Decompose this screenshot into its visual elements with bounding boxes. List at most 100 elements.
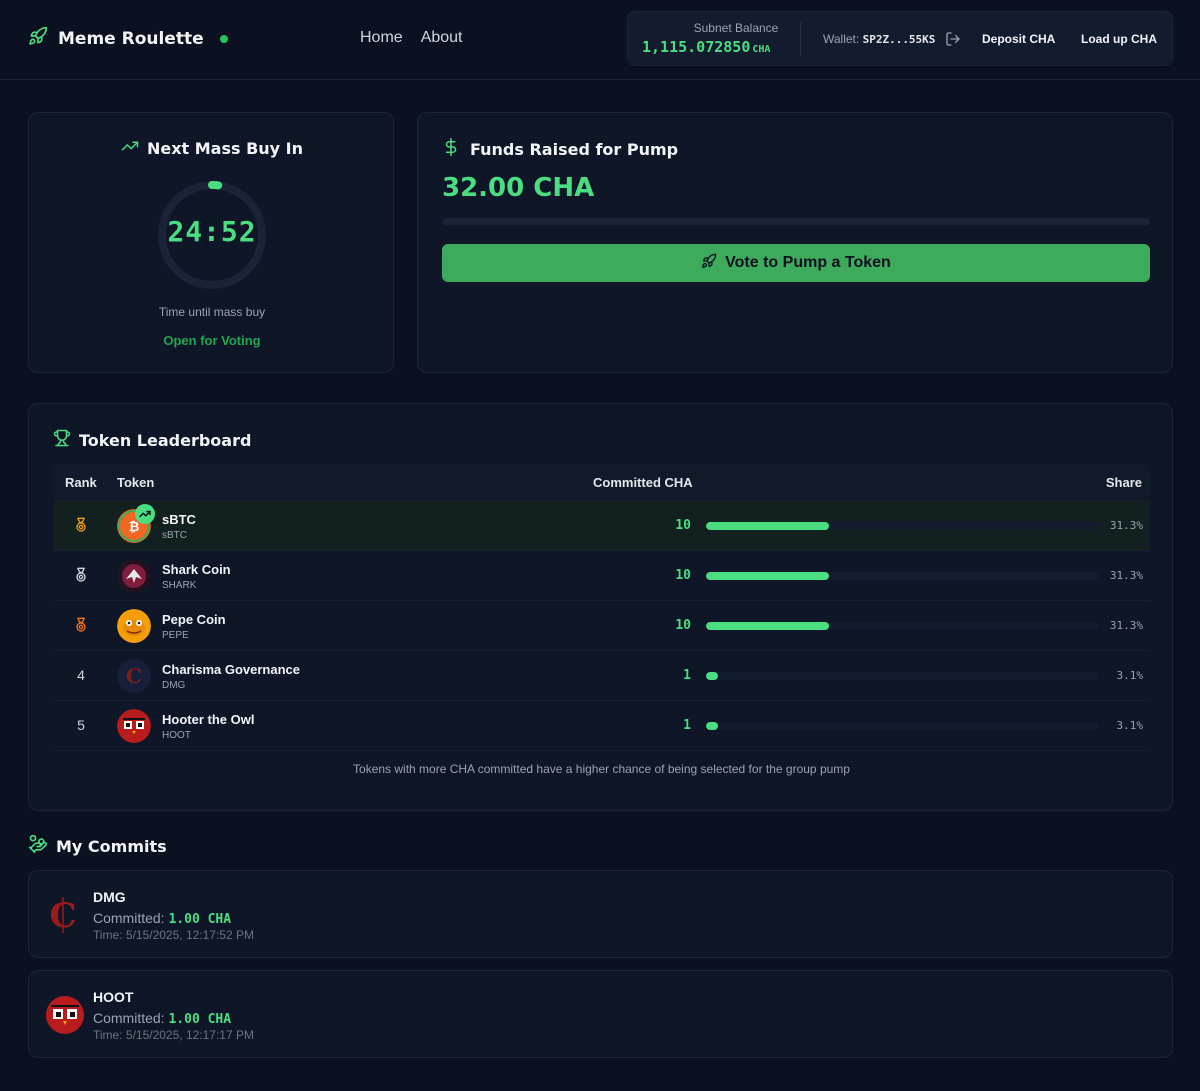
share-value: 31.3%: [1109, 619, 1143, 632]
timer-title: Next Mass Buy In: [146, 139, 304, 158]
leaderboard-title: Token Leaderboard: [79, 431, 252, 450]
load-up-button[interactable]: Load up CHA: [1081, 32, 1157, 46]
share-value: 3.1%: [1116, 669, 1144, 682]
nav-home[interactable]: Home: [360, 29, 403, 47]
token-symbol: SHARK: [162, 580, 197, 591]
share-bar-fill: [706, 572, 829, 580]
medal-silver-icon: [73, 567, 89, 586]
logout-icon[interactable]: [945, 31, 961, 47]
svg-text:C: C: [126, 664, 142, 688]
committed-amount: 1: [683, 718, 691, 733]
balance-value: 1,115.072850 CHA: [642, 38, 770, 56]
commit-time: Time: 5/15/2025, 12:17:52 PM: [93, 928, 254, 942]
token-logo-icon: [45, 995, 85, 1035]
svg-text:₿: ₿: [129, 520, 140, 535]
wallet-address: SP2Z...55KS: [862, 33, 936, 46]
share-bar: [706, 672, 1099, 680]
balance-unit: CHA: [752, 44, 771, 55]
my-commits-title: My Commits: [56, 837, 167, 856]
rank-number: 5: [77, 717, 85, 733]
vote-button[interactable]: Vote to Pump a Token: [442, 244, 1150, 282]
committed-amount: 10: [675, 568, 691, 583]
table-row[interactable]: 5 Hooter the Owl HOOT 1 3.1%: [53, 701, 1150, 751]
brand-title: Meme Roulette: [58, 28, 204, 49]
share-value: 31.3%: [1109, 519, 1143, 532]
rocket-icon: [28, 26, 48, 51]
share-value: 3.1%: [1116, 719, 1144, 732]
medal-bronze-icon: [73, 617, 89, 636]
vote-button-label: Vote to Pump a Token: [725, 254, 891, 271]
brand[interactable]: Meme Roulette: [28, 26, 228, 51]
table-row[interactable]: Shark Coin SHARK 10 31.3%: [53, 551, 1150, 601]
table-row[interactable]: 4 C Charisma Governance DMG 1 3.1%: [53, 651, 1150, 701]
table-row[interactable]: ₿ sBTC sBTC 10 31.3%: [53, 501, 1150, 551]
main-nav: Home About: [360, 29, 463, 47]
nav-about[interactable]: About: [421, 29, 463, 47]
countdown-caption: Time until mass buy: [158, 305, 266, 319]
col-rank: Rank: [65, 475, 97, 490]
share-bar: [706, 522, 1099, 530]
dollar-icon: [442, 137, 460, 162]
hand-coins-icon: [28, 834, 48, 859]
share-bar: [706, 722, 1099, 730]
funds-title: Funds Raised for Pump: [470, 140, 679, 159]
share-bar-fill: [706, 722, 719, 730]
commit-time: Time: 5/15/2025, 12:17:17 PM: [93, 1028, 254, 1042]
committed-amount: 1: [683, 668, 691, 683]
share-bar: [706, 572, 1099, 580]
token-symbol: HOOT: [162, 730, 191, 741]
trending-badge-icon: [135, 504, 155, 524]
wallet-panel: Subnet Balance 1,115.072850 CHA Wallet: S…: [627, 11, 1173, 66]
leaderboard-footnote: Tokens with more CHA committed have a hi…: [353, 762, 850, 776]
leaderboard-header: Token Leaderboard: [53, 428, 251, 453]
share-bar-fill: [706, 522, 829, 530]
leaderboard-table: Rank Token Committed CHA Share ₿ sBTC sB…: [53, 464, 1150, 776]
timer-card: Next Mass Buy In 24:52 Time until mass b…: [28, 112, 394, 373]
token-avatar: [117, 709, 151, 743]
committed-amount: 10: [675, 618, 691, 633]
commit-amount: 1.00 CHA: [168, 1012, 232, 1027]
my-commits-header: My Commits: [28, 834, 167, 859]
top-header: Meme Roulette Home About Subnet Balance …: [0, 0, 1200, 80]
token-symbol: sBTC: [162, 530, 187, 541]
share-bar-fill: [706, 672, 719, 680]
commit-card[interactable]: C DMG Committed: 1.00 CHA Time: 5/15/202…: [28, 870, 1173, 958]
wallet-label: Wallet:: [823, 32, 860, 46]
token-avatar: [117, 559, 151, 593]
status-dot: [219, 34, 228, 43]
leaderboard-card: Token Leaderboard Rank Token Committed C…: [28, 403, 1173, 811]
committed-label: Committed:: [93, 910, 165, 926]
share-bar: [706, 622, 1099, 630]
balance-label: Subnet Balance: [693, 21, 779, 35]
commit-symbol: DMG: [93, 889, 126, 905]
trending-up-icon: [121, 137, 139, 160]
deposit-button[interactable]: Deposit CHA: [982, 32, 1055, 46]
token-symbol: DMG: [162, 680, 186, 691]
voting-status: Open for Voting: [163, 333, 261, 348]
col-share: Share: [1105, 475, 1142, 490]
table-header: Rank Token Committed CHA Share: [53, 464, 1150, 501]
commit-card[interactable]: HOOT Committed: 1.00 CHA Time: 5/15/2025…: [28, 970, 1173, 1058]
col-token: Token: [117, 475, 155, 490]
rank-number: 4: [77, 667, 85, 683]
funds-card: Funds Raised for Pump 32.00 CHA Vote to …: [417, 112, 1173, 373]
table-row[interactable]: Pepe Coin PEPE 10 31.3%: [53, 601, 1150, 651]
rank-cell: [65, 617, 97, 636]
trophy-icon: [53, 428, 71, 453]
countdown-value: 24:52: [167, 215, 257, 248]
commit-symbol: HOOT: [93, 989, 134, 1005]
token-name: Shark Coin: [162, 562, 231, 577]
timer-header: Next Mass Buy In: [29, 137, 395, 160]
share-value: 31.3%: [1109, 569, 1143, 582]
committed-label: Committed:: [93, 1010, 165, 1026]
funds-amount: 32.00 CHA: [442, 173, 595, 203]
divider: [800, 22, 801, 57]
balance-amount: 1,115.072850: [642, 38, 751, 56]
token-avatar: C: [117, 659, 151, 693]
token-name: Pepe Coin: [162, 612, 226, 627]
token-name: Charisma Governance: [162, 662, 301, 677]
token-name: Hooter the Owl: [162, 712, 255, 727]
rank-cell: [65, 567, 97, 586]
token-name: sBTC: [162, 512, 196, 527]
wallet-info: Wallet: SP2Z...55KS: [823, 32, 935, 46]
